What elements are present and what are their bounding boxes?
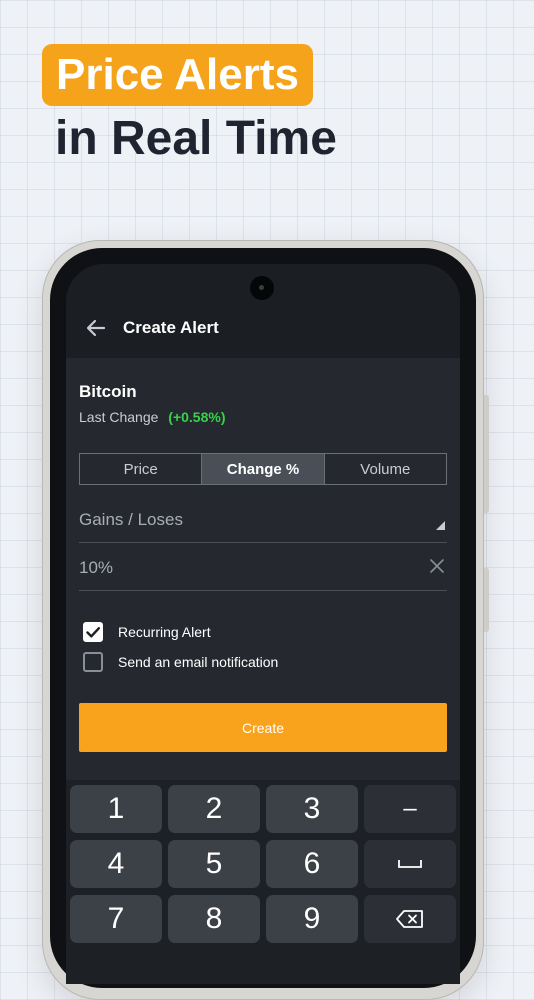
email-notification-option[interactable]: Send an email notification xyxy=(83,650,278,674)
key-3[interactable]: 3 xyxy=(266,785,358,833)
arrow-left-icon[interactable] xyxy=(84,316,108,340)
condition-dropdown[interactable]: Gains / Loses xyxy=(79,502,447,543)
dropdown-arrow-icon xyxy=(436,521,445,530)
recurring-alert-checkbox[interactable] xyxy=(83,622,103,642)
phone-power-button xyxy=(484,395,489,513)
backspace-icon xyxy=(396,910,423,928)
space-icon xyxy=(398,860,422,868)
promo-headline: Price Alerts in Real Time xyxy=(42,44,337,170)
email-notification-checkbox[interactable] xyxy=(83,652,103,672)
headline-highlight: Price Alerts xyxy=(42,44,313,106)
email-notification-label: Send an email notification xyxy=(118,654,279,670)
key-minus[interactable]: – xyxy=(364,785,456,833)
key-2[interactable]: 2 xyxy=(168,785,260,833)
condition-value: Gains / Loses xyxy=(79,510,183,529)
key-1[interactable]: 1 xyxy=(70,785,162,833)
recurring-alert-option[interactable]: Recurring Alert xyxy=(83,620,211,644)
key-4[interactable]: 4 xyxy=(70,840,162,888)
threshold-value: 10% xyxy=(79,558,114,577)
alert-type-tabs: Price Change % Volume xyxy=(79,453,447,485)
numeric-keyboard: 1 2 3 – 4 5 6 7 8 9 xyxy=(66,780,460,984)
key-8[interactable]: 8 xyxy=(168,895,260,943)
key-5[interactable]: 5 xyxy=(168,840,260,888)
last-change-label: Last Change xyxy=(79,409,159,425)
recurring-alert-label: Recurring Alert xyxy=(118,624,211,640)
key-backspace[interactable] xyxy=(364,895,456,943)
key-9[interactable]: 9 xyxy=(266,895,358,943)
tab-change-percent[interactable]: Change % xyxy=(202,454,325,484)
asset-name: Bitcoin xyxy=(79,382,137,401)
tab-price[interactable]: Price xyxy=(80,454,203,484)
checkmark-icon xyxy=(86,627,100,638)
create-button[interactable]: Create xyxy=(79,703,447,752)
threshold-input[interactable]: 10% xyxy=(79,550,447,591)
last-change-value: (+0.58%) xyxy=(168,409,226,425)
key-space[interactable] xyxy=(364,840,456,888)
phone-screen: Create Alert Bitcoin Last Change (+0.58%… xyxy=(66,264,460,984)
phone-volume-button xyxy=(484,568,489,632)
headline-subtitle: in Real Time xyxy=(55,112,337,165)
page-title: Create Alert xyxy=(123,318,219,337)
key-7[interactable]: 7 xyxy=(70,895,162,943)
close-icon[interactable] xyxy=(429,558,445,574)
key-6[interactable]: 6 xyxy=(266,840,358,888)
last-change: Last Change (+0.58%) xyxy=(79,409,226,425)
front-camera xyxy=(250,276,274,300)
tab-volume[interactable]: Volume xyxy=(325,454,446,484)
